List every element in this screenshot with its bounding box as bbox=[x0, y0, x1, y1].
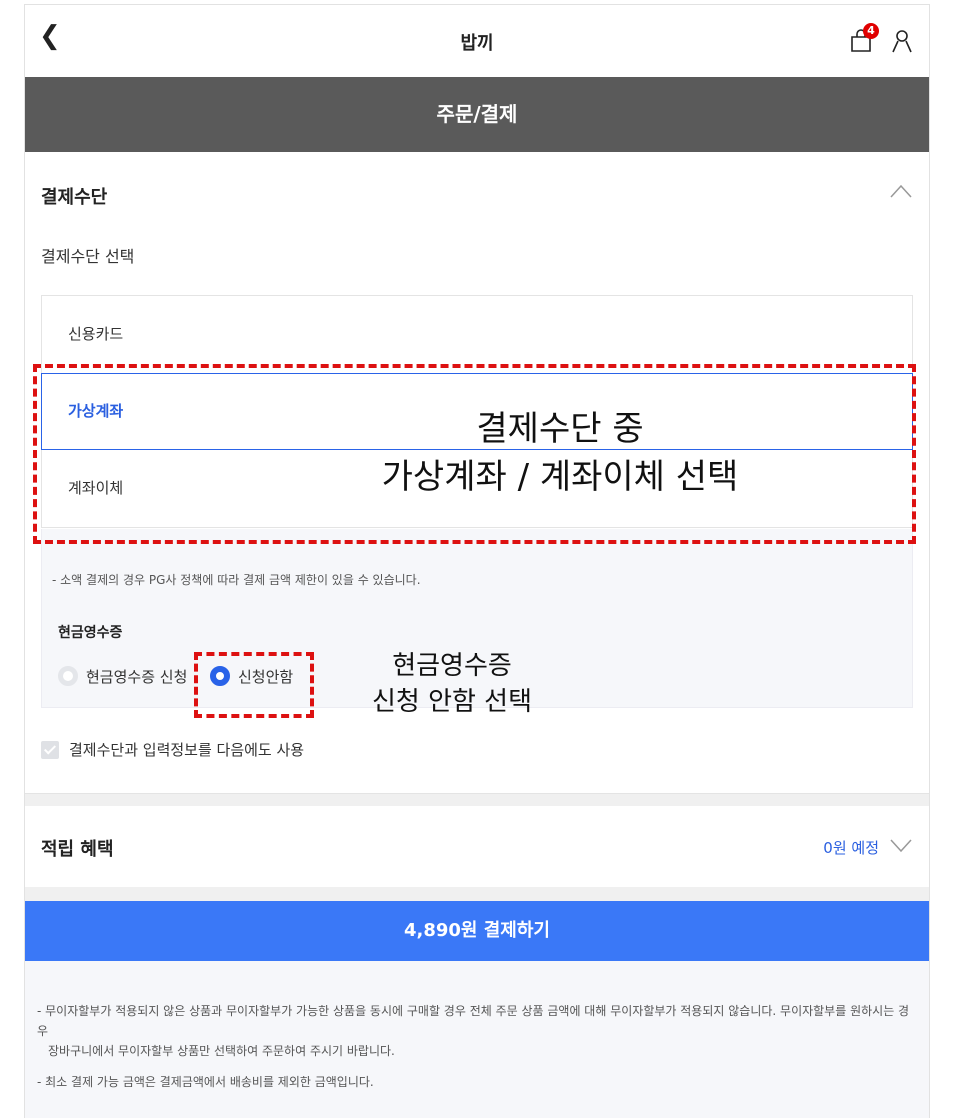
receipt-annotation-line1: 현금영수증 bbox=[392, 651, 512, 681]
section-divider bbox=[25, 793, 929, 806]
receipt-highlight-box bbox=[194, 652, 314, 718]
mobile-page: ❮ 밥끼 4 주문/결제 결제수단 결제수단 선택 신용카드 가상계좌 계좌이체… bbox=[24, 4, 930, 1118]
radio-unselected-icon bbox=[58, 666, 78, 686]
reward-title: 적립 혜택 bbox=[41, 839, 114, 860]
installment-notice-line2: 장바구니에서 무이자할부 상품만 선택하여 주문하여 주시기 바랍니다. bbox=[48, 1044, 395, 1058]
top-header: ❮ 밥끼 4 bbox=[25, 5, 929, 77]
methods-annotation-line1: 결제수단 중 bbox=[476, 409, 644, 449]
section-divider bbox=[25, 887, 929, 901]
cart-button[interactable]: 4 bbox=[849, 23, 879, 53]
remember-label: 결제수단과 입력정보를 다음에도 사용 bbox=[69, 741, 305, 759]
receipt-annotation-line2: 신청 안함 선택 bbox=[371, 687, 533, 717]
pay-button[interactable]: 4,890원 결제하기 bbox=[25, 901, 929, 961]
cash-receipt-title: 현금영수증 bbox=[58, 625, 123, 641]
checkbox-icon bbox=[41, 740, 59, 759]
radio-label: 현금영수증 신청 bbox=[86, 667, 188, 686]
min-amount-notice: - 최소 결제 가능 금액은 결제금액에서 배송비를 제외한 금액입니다. bbox=[37, 1075, 374, 1089]
chevron-down-icon[interactable] bbox=[889, 835, 913, 855]
cash-receipt-apply-radio[interactable]: 현금영수증 신청 bbox=[58, 664, 187, 688]
chevron-up-icon[interactable] bbox=[889, 181, 913, 201]
receipt-annotation: 현금영수증 신청 안함 선택 bbox=[330, 648, 574, 720]
methods-annotation: 결제수단 중 가상계좌 / 계좌이체 선택 bbox=[330, 405, 790, 501]
remember-payment-checkbox[interactable]: 결제수단과 입력정보를 다음에도 사용 bbox=[41, 739, 304, 760]
payment-method-subtitle: 결제수단 선택 bbox=[41, 247, 135, 266]
footer-notes: - 무이자할부가 적용되지 않은 상품과 무이자할부가 가능한 상품을 동시에 … bbox=[25, 961, 929, 1118]
method-credit-card[interactable]: 신용카드 bbox=[42, 296, 912, 374]
cart-badge: 4 bbox=[863, 23, 879, 39]
user-icon bbox=[892, 30, 912, 53]
user-button[interactable] bbox=[891, 29, 913, 53]
payment-section-title: 결제수단 bbox=[41, 187, 108, 208]
installment-notice-line1: - 무이자할부가 적용되지 않은 상품과 무이자할부가 가능한 상품을 동시에 … bbox=[37, 1004, 910, 1038]
reward-value[interactable]: 0원 예정 bbox=[823, 837, 879, 858]
brand-title: 밥끼 bbox=[460, 33, 494, 54]
installment-notice: - 무이자할부가 적용되지 않은 상품과 무이자할부가 가능한 상품을 동시에 … bbox=[37, 1001, 917, 1061]
pg-notice: - 소액 결제의 경우 PG사 정책에 따라 결제 금액 제한이 있을 수 있습… bbox=[52, 573, 421, 587]
page-title: 주문/결제 bbox=[25, 77, 929, 152]
methods-annotation-line2: 가상계좌 / 계좌이체 선택 bbox=[381, 457, 739, 497]
